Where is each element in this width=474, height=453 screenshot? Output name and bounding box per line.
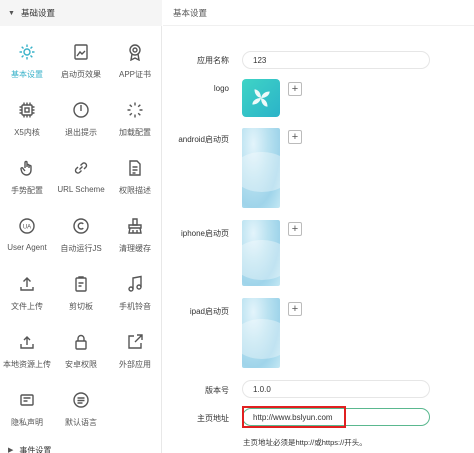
page-title: 基本设置 [163, 0, 474, 26]
chevron-right-icon: ▶ [8, 447, 14, 453]
sidebar: ▼ 基础设置 基本设置 启动页效果 APP证书 X5内核 退出提示 加载配置 手… [0, 0, 162, 453]
power-icon [71, 100, 91, 120]
gear-icon [17, 42, 37, 62]
lock-icon [71, 332, 91, 352]
copyright-icon [71, 216, 91, 236]
tile-gesture-config[interactable]: 手势配置 [0, 150, 54, 210]
app-logo-image[interactable] [242, 79, 280, 117]
tile-app-certificate[interactable]: APP证书 [108, 34, 162, 94]
tile-external-app[interactable]: 外部应用 [108, 324, 162, 384]
tile-user-agent[interactable]: UA User Agent [0, 208, 54, 268]
tile-clear-cache[interactable]: 清理缓存 [108, 208, 162, 268]
hand-icon [17, 158, 37, 178]
version-label: 版本号 [205, 386, 229, 395]
svg-text:UA: UA [23, 224, 31, 230]
music-icon [125, 274, 145, 294]
language-icon [71, 390, 91, 410]
image-icon [71, 42, 91, 62]
chevron-down-icon: ▼ [8, 9, 15, 17]
tile-privacy-statement[interactable]: 隐私声明 [0, 382, 54, 442]
sidebar-section-header[interactable]: ▼ 基础设置 [0, 0, 162, 26]
tile-url-scheme[interactable]: URL Scheme [54, 150, 108, 210]
external-icon [125, 332, 145, 352]
tile-local-resource-upload[interactable]: 本地资源上传 [0, 324, 54, 384]
app-name-input[interactable]: 123 [242, 51, 430, 69]
certificate-icon [125, 42, 145, 62]
version-input[interactable]: 1.0.0 [242, 380, 430, 398]
clipboard-icon [71, 274, 91, 294]
link-icon [71, 158, 91, 178]
annotation-highlight-box [242, 406, 346, 428]
ipad-splash-label: ipad启动页 [189, 307, 229, 316]
ua-icon: UA [17, 216, 37, 236]
tile-basic-settings[interactable]: 基本设置 [0, 34, 54, 94]
app-name-label: 应用名称 [197, 56, 229, 65]
add-iphone-splash-button[interactable]: + [288, 222, 302, 236]
local-upload-icon [17, 332, 37, 352]
logo-label: logo [213, 84, 229, 93]
sidebar-section-footer[interactable]: ▶ 事件设置 [0, 445, 162, 453]
iphone-splash-image[interactable] [242, 220, 280, 286]
loading-icon [125, 100, 145, 120]
android-splash-label: android启动页 [178, 135, 229, 144]
tile-clipboard[interactable]: 剪切板 [54, 266, 108, 326]
tile-exit-prompt[interactable]: 退出提示 [54, 92, 108, 152]
add-logo-button[interactable]: + [288, 82, 302, 96]
tile-x5-kernel[interactable]: X5内核 [0, 92, 54, 152]
privacy-icon [17, 390, 37, 410]
pinwheel-icon [252, 89, 270, 107]
sidebar-footer-title: 事件设置 [19, 445, 52, 453]
tile-android-permission[interactable]: 安卓权限 [54, 324, 108, 384]
sidebar-section-title: 基础设置 [20, 8, 55, 18]
broom-icon [125, 216, 145, 236]
tile-ringtone[interactable]: 手机铃音 [108, 266, 162, 326]
homepage-hint: 主页地址必须是http://或https://开头。 [243, 438, 367, 447]
tile-file-upload[interactable]: 文件上传 [0, 266, 54, 326]
ipad-splash-image[interactable] [242, 298, 280, 368]
tile-permission-desc[interactable]: 权限描述 [108, 150, 162, 210]
android-splash-image[interactable] [242, 128, 280, 208]
add-ipad-splash-button[interactable]: + [288, 302, 302, 316]
iphone-splash-label: iphone启动页 [180, 229, 229, 238]
tile-splash-effect[interactable]: 启动页效果 [54, 34, 108, 94]
upload-icon [17, 274, 37, 294]
homepage-label: 主页地址 [197, 414, 229, 423]
tile-auto-run-js[interactable]: 自动运行JS [54, 208, 108, 268]
document-icon [125, 158, 145, 178]
add-android-splash-button[interactable]: + [288, 130, 302, 144]
tile-default-language[interactable]: 默认语言 [54, 382, 108, 442]
tile-loading-config[interactable]: 加载配置 [108, 92, 162, 152]
chip-icon [17, 100, 37, 120]
